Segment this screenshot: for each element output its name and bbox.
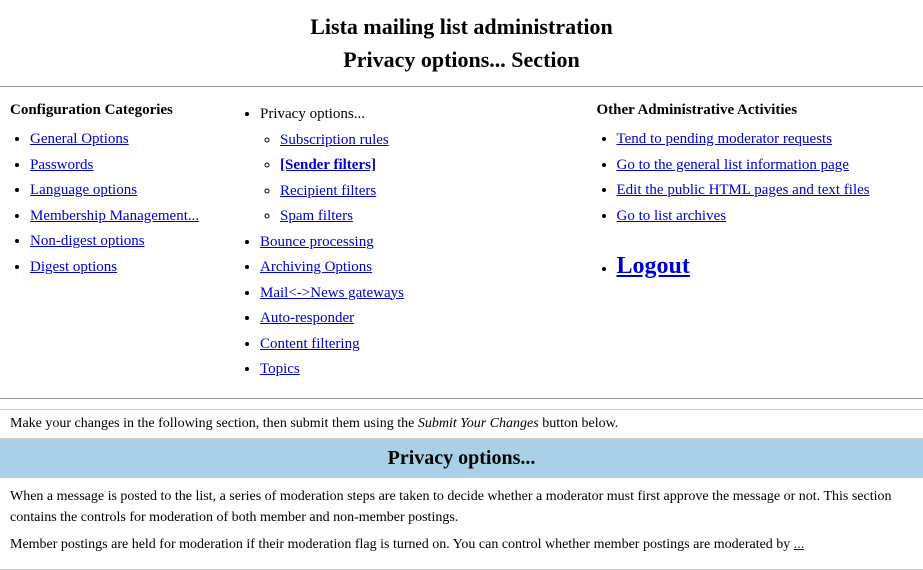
digest-link[interactable]: Digest options [30, 259, 117, 275]
auto-responder-link[interactable]: Auto-responder [260, 310, 354, 326]
subscription-rules-link[interactable]: Subscription rules [280, 132, 389, 148]
config-left: Configuration Categories General Options… [10, 102, 240, 383]
list-item: Logout [617, 246, 914, 287]
passwords-link[interactable]: Passwords [30, 157, 93, 173]
bounce-processing-link[interactable]: Bounce processing [260, 234, 374, 250]
privacy-section-header: Privacy options... [0, 439, 923, 478]
general-list-info-link[interactable]: Go to the general list information page [617, 157, 849, 173]
instruction-bar: Make your changes in the following secti… [0, 409, 923, 439]
submit-changes-label: Submit Your Changes [418, 416, 539, 431]
list-item: Topics [260, 357, 557, 383]
content-filtering-link[interactable]: Content filtering [260, 336, 360, 352]
description-para-2: Member postings are held for moderation … [10, 534, 913, 555]
config-right: Other Administrative Activities Tend to … [557, 102, 914, 383]
privacy-sub-list: Subscription rules [Sender filters] Reci… [280, 128, 557, 230]
archiving-options-link[interactable]: Archiving Options [260, 259, 372, 275]
topics-link[interactable]: Topics [260, 361, 300, 377]
list-item: Go to list archives [617, 204, 914, 230]
list-item: Recipient filters [280, 179, 557, 205]
list-item: General Options [30, 127, 240, 153]
list-item: Content filtering [260, 332, 557, 358]
instruction-text-before: Make your changes in the following secti… [10, 416, 418, 431]
description-text: When a message is posted to the list, a … [0, 478, 923, 570]
page-title: Lista mailing list administration Privac… [0, 10, 923, 76]
recipient-filters-link[interactable]: Recipient filters [280, 183, 376, 199]
list-item: Membership Management... [30, 204, 240, 230]
edit-html-link[interactable]: Edit the public HTML pages and text file… [617, 182, 870, 198]
language-options-link[interactable]: Language options [30, 182, 137, 198]
instruction-text-after: button below. [539, 416, 619, 431]
list-item: Mail<->News gateways [260, 281, 557, 307]
privacy-options-heading: Privacy options... [260, 106, 365, 122]
pending-moderator-link[interactable]: Tend to pending moderator requests [617, 131, 833, 147]
general-options-link[interactable]: General Options [30, 131, 129, 147]
config-heading: Configuration Categories [10, 102, 240, 119]
list-item: Bounce processing [260, 230, 557, 256]
list-archives-link[interactable]: Go to list archives [617, 208, 727, 224]
config-middle: Privacy options... Subscription rules [S… [240, 102, 557, 383]
non-digest-link[interactable]: Non-digest options [30, 233, 145, 249]
list-item: Go to the general list information page [617, 153, 914, 179]
list-item: Passwords [30, 153, 240, 179]
membership-link[interactable]: Membership Management... [30, 208, 199, 224]
list-item: Digest options [30, 255, 240, 281]
list-item: Non-digest options [30, 229, 240, 255]
list-item: Auto-responder [260, 306, 557, 332]
sender-filters-link[interactable]: [Sender filters] [280, 157, 376, 173]
list-item: Edit the public HTML pages and text file… [617, 178, 914, 204]
list-item: Subscription rules [280, 128, 557, 154]
other-activities-list: Tend to pending moderator requests Go to… [617, 127, 914, 229]
middle-divider [0, 398, 923, 399]
config-section: Configuration Categories General Options… [0, 97, 923, 388]
logout-list: Logout [617, 246, 914, 287]
list-item: Spam filters [280, 204, 557, 230]
spam-filters-link[interactable]: Spam filters [280, 208, 353, 224]
top-divider [0, 86, 923, 87]
description-para-1: When a message is posted to the list, a … [10, 486, 913, 528]
logout-link[interactable]: Logout [617, 253, 690, 279]
list-item: Tend to pending moderator requests [617, 127, 914, 153]
list-item: [Sender filters] [280, 153, 557, 179]
privacy-section-title: Privacy options... [388, 447, 536, 469]
description-para-2-text: Member postings are held for moderation … [10, 537, 804, 552]
middle-nav-list: Privacy options... Subscription rules [S… [260, 102, 557, 383]
left-nav-list: General Options Passwords Language optio… [30, 127, 240, 280]
mail-news-link[interactable]: Mail<->News gateways [260, 285, 404, 301]
list-item: Privacy options... Subscription rules [S… [260, 102, 557, 230]
list-item: Language options [30, 178, 240, 204]
other-activities-heading: Other Administrative Activities [597, 102, 914, 119]
list-item: Archiving Options [260, 255, 557, 281]
